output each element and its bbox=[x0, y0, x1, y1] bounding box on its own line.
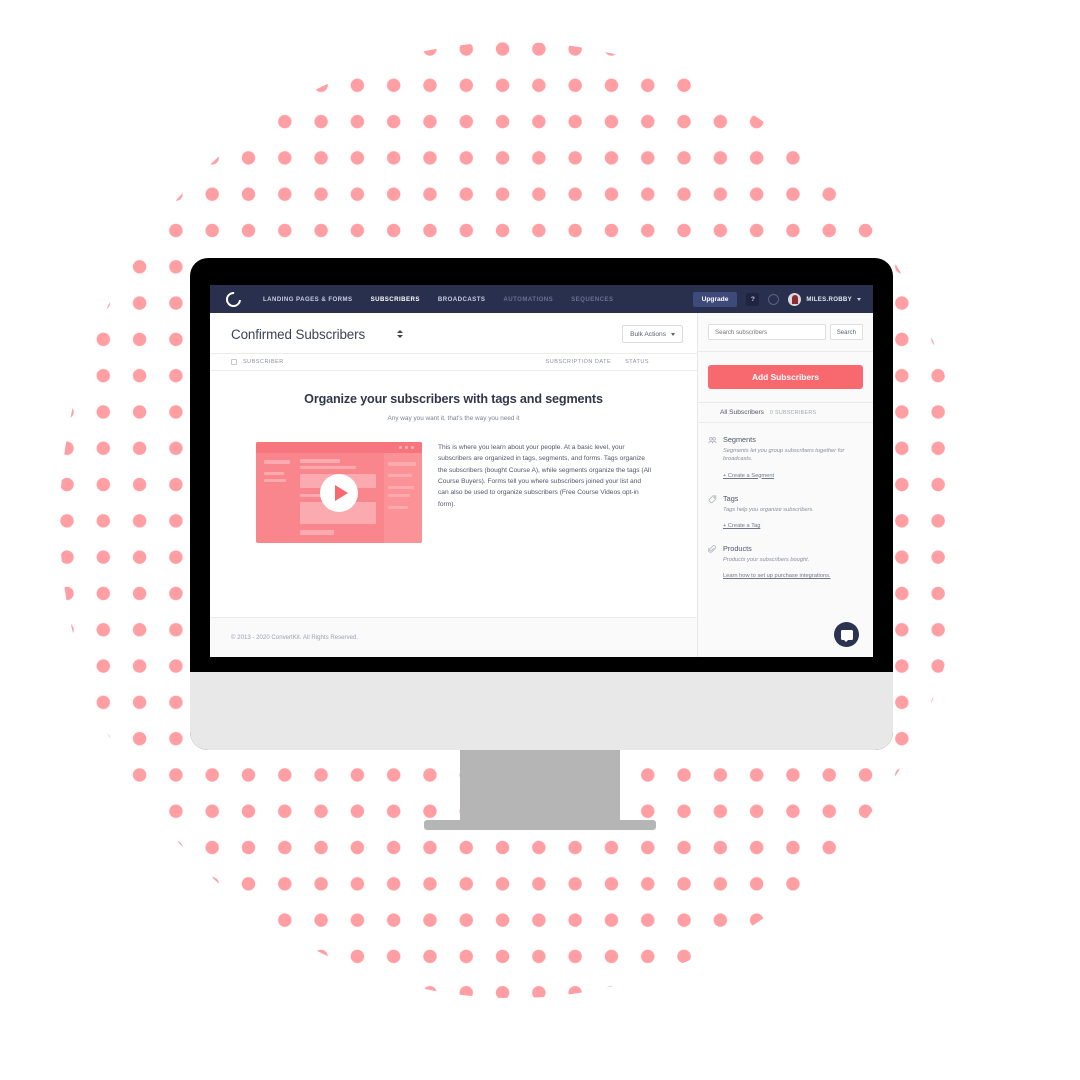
column-header-subscription-date[interactable]: SUBSCRIPTION DATE bbox=[546, 359, 612, 365]
chat-bubble-icon[interactable] bbox=[834, 622, 859, 647]
scene: LANDING PAGES & FORMS SUBSCRIBERS BROADC… bbox=[0, 0, 1080, 1080]
bulk-actions-dropdown[interactable]: Bulk Actions bbox=[622, 325, 683, 343]
sidebar-section-products: Products Products your subscribers bough… bbox=[698, 532, 873, 582]
search-button[interactable]: Search bbox=[829, 324, 863, 340]
all-subscribers-row[interactable]: All Subscribers 0 SUBSCRIBERS bbox=[698, 402, 873, 423]
avatar bbox=[788, 292, 802, 306]
nav-item-sequences[interactable]: SEQUENCES bbox=[571, 296, 613, 303]
user-menu[interactable]: MILES.ROBBY bbox=[788, 292, 861, 306]
sidebar-section-tags: Tags Tags help you organize subscribers.… bbox=[698, 482, 873, 532]
tags-title: Tags bbox=[723, 493, 739, 503]
nav-right-cluster: Upgrade ? MILES.ROBBY bbox=[692, 291, 861, 307]
column-header-status[interactable]: STATUS bbox=[625, 359, 649, 365]
nav-item-broadcasts[interactable]: BROADCASTS bbox=[438, 296, 486, 303]
page-title: Confirmed Subscribers bbox=[231, 326, 366, 342]
empty-state-subheading: Any way you want it, that's the way you … bbox=[387, 415, 520, 422]
video-thumbnail[interactable] bbox=[256, 442, 422, 543]
monitor-stand-neck bbox=[460, 750, 620, 828]
user-name-label: MILES.ROBBY bbox=[806, 295, 852, 303]
play-button-icon[interactable] bbox=[320, 473, 358, 512]
nav-item-subscribers[interactable]: SUBSCRIBERS bbox=[371, 296, 420, 303]
table-header-row: SUBSCRIBER SUBSCRIPTION DATE STATUS bbox=[210, 353, 697, 371]
chat-bubble-glyph bbox=[840, 629, 853, 642]
products-icon bbox=[708, 544, 717, 582]
products-title: Products bbox=[723, 543, 752, 553]
promo-block: This is where you learn about your peopl… bbox=[236, 442, 671, 543]
select-all-checkbox[interactable] bbox=[231, 359, 237, 365]
create-tag-link[interactable]: + Create a Tag bbox=[723, 523, 760, 529]
top-navigation-bar: LANDING PAGES & FORMS SUBSCRIBERS BROADC… bbox=[210, 285, 873, 313]
monitor-stand-base bbox=[424, 820, 656, 830]
app-screen: LANDING PAGES & FORMS SUBSCRIBERS BROADC… bbox=[210, 285, 873, 657]
sidebar: Search Add Subscribers All Subscribers 0… bbox=[697, 313, 873, 657]
column-header-subscriber[interactable]: SUBSCRIBER bbox=[243, 359, 284, 365]
segments-title: Segments bbox=[723, 435, 756, 444]
segments-body: Segments Segments let you group subscrib… bbox=[723, 435, 863, 482]
nav-item-automations[interactable]: AUTOMATIONS bbox=[503, 296, 553, 303]
create-segment-link[interactable]: + Create a Segment bbox=[723, 473, 774, 479]
sort-toggle-icon[interactable] bbox=[397, 330, 404, 338]
tag-icon bbox=[708, 494, 717, 532]
all-subscribers-count: 0 SUBSCRIBERS bbox=[769, 410, 817, 416]
chevron-down-icon bbox=[857, 297, 861, 301]
search-input[interactable] bbox=[708, 324, 826, 340]
products-body: Products Products your subscribers bough… bbox=[723, 544, 863, 582]
purchase-integrations-link[interactable]: Learn how to set up purchase integration… bbox=[723, 573, 831, 579]
notifications-ring-icon[interactable] bbox=[768, 293, 780, 305]
add-subscribers-button[interactable]: Add Subscribers bbox=[708, 365, 863, 389]
empty-state: Organize your subscribers with tags and … bbox=[210, 371, 697, 543]
segments-description: Segments let you group subscribers toget… bbox=[723, 448, 845, 463]
monitor-chin bbox=[190, 672, 893, 750]
main-column: Confirmed Subscribers Bulk Actions SUBSC… bbox=[210, 313, 697, 657]
page-header-row: Confirmed Subscribers Bulk Actions bbox=[210, 313, 697, 353]
nav-item-landing-pages[interactable]: LANDING PAGES & FORMS bbox=[263, 296, 353, 303]
promo-body-text: This is where you learn about your peopl… bbox=[438, 444, 651, 508]
search-row: Search bbox=[698, 313, 873, 352]
tags-description: Tags help you organize subscribers. bbox=[723, 506, 814, 513]
copyright-text: © 2013 - 2020 ConvertKit. All Rights Res… bbox=[231, 634, 359, 641]
bulk-actions-label: Bulk Actions bbox=[630, 330, 666, 338]
help-icon[interactable]: ? bbox=[746, 292, 760, 306]
empty-state-heading: Organize your subscribers with tags and … bbox=[304, 392, 603, 406]
all-subscribers-label: All Subscribers bbox=[720, 409, 764, 416]
content-area: Confirmed Subscribers Bulk Actions SUBSC… bbox=[210, 313, 873, 657]
nav-links: LANDING PAGES & FORMS SUBSCRIBERS BROADC… bbox=[263, 296, 613, 303]
video-mock-titlebar bbox=[256, 442, 422, 453]
sidebar-section-segments: Segments Segments let you group subscrib… bbox=[698, 423, 873, 482]
chevron-down-icon bbox=[671, 332, 675, 336]
segments-icon bbox=[708, 435, 717, 482]
upgrade-button[interactable]: Upgrade bbox=[692, 291, 738, 307]
tags-body: Tags Tags help you organize subscribers.… bbox=[723, 494, 863, 532]
video-mock-sidebar bbox=[384, 453, 422, 543]
footer: © 2013 - 2020 ConvertKit. All Rights Res… bbox=[210, 617, 697, 657]
convertkit-logo-icon[interactable] bbox=[222, 288, 245, 310]
products-description: Products your subscribers bought. bbox=[723, 556, 810, 563]
